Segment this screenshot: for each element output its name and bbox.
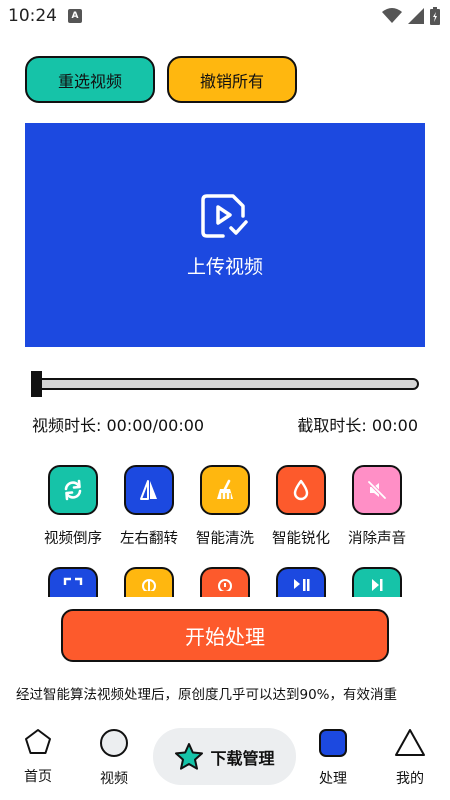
tool-label: 智能锐化 — [272, 531, 330, 547]
nav-process-label: 处理 — [319, 771, 347, 787]
video-upload-icon — [201, 193, 248, 238]
clip-duration-text: 截取时长: 00:00 — [297, 416, 418, 435]
filter-icon — [142, 579, 156, 591]
star-icon — [175, 742, 204, 770]
slider-thumb[interactable] — [31, 371, 42, 397]
trim-slider[interactable] — [31, 371, 419, 397]
nav-mine[interactable]: 我的 — [380, 728, 440, 788]
tool-label: 左右翻转 — [120, 531, 178, 547]
broom-icon[interactable] — [200, 465, 250, 515]
tool-label: 消除声音 — [348, 531, 406, 547]
tool-speed-partial[interactable] — [200, 567, 250, 597]
tool-mute[interactable]: 消除声音 — [341, 465, 413, 548]
tool-clean[interactable]: 智能清洗 — [189, 465, 261, 548]
tool-label: 视频倒序 — [44, 531, 102, 547]
video-duration-text: 视频时长: 00:00/00:00 — [32, 416, 205, 435]
speed-icon — [218, 579, 232, 591]
tool-play-pause-partial[interactable] — [276, 567, 326, 597]
signal-icon — [408, 8, 424, 24]
undo-all-button[interactable]: 撤销所有 — [167, 56, 297, 103]
description-text: 经过智能算法视频处理后，原创度几乎可以达到90%，有效消重 — [16, 687, 398, 703]
play-pause-icon — [294, 579, 310, 591]
droplet-icon[interactable] — [276, 465, 326, 515]
tool-reverse[interactable]: 视频倒序 — [37, 465, 109, 548]
nav-home-label: 首页 — [24, 769, 52, 785]
tool-crop-partial[interactable] — [48, 567, 98, 597]
nav-home[interactable]: 首页 — [8, 728, 68, 786]
tool-sharpen[interactable]: 智能锐化 — [265, 465, 337, 548]
refresh-icon[interactable] — [48, 465, 98, 515]
slider-track[interactable] — [35, 378, 419, 390]
nav-mine-label: 我的 — [396, 771, 424, 787]
status-time: 10:24 — [8, 6, 57, 26]
mute-icon[interactable] — [352, 465, 402, 515]
nav-download-label: 下载管理 — [210, 748, 275, 768]
tool-filter-partial[interactable] — [124, 567, 174, 597]
notification-icon: A — [68, 9, 82, 23]
battery-icon — [430, 7, 440, 25]
tool-flip[interactable]: 左右翻转 — [113, 465, 185, 548]
tool-label: 智能清洗 — [196, 531, 254, 547]
nav-video-label: 视频 — [100, 771, 128, 787]
crop-icon — [63, 577, 83, 585]
nav-process[interactable]: 处理 — [303, 728, 363, 788]
status-bar: 10:24 A — [0, 0, 450, 34]
duration-row: 视频时长: 00:00/00:00 截取时长: 00:00 — [32, 412, 418, 436]
upload-video-area[interactable]: 上传视频 — [25, 123, 425, 347]
nav-video[interactable]: 视频 — [84, 728, 144, 788]
skip-icon — [372, 579, 383, 591]
triangle-icon — [395, 729, 425, 756]
upload-video-label: 上传视频 — [186, 255, 263, 278]
nav-download-manager[interactable]: 下载管理 — [153, 728, 296, 785]
tool-skip-partial[interactable] — [352, 567, 402, 597]
square-icon — [319, 729, 347, 757]
circle-icon — [100, 729, 128, 757]
start-processing-button[interactable]: 开始处理 — [61, 609, 389, 662]
reselect-video-button[interactable]: 重选视频 — [25, 56, 155, 103]
flip-icon[interactable] — [124, 465, 174, 515]
wifi-icon — [382, 8, 402, 23]
pentagon-icon — [25, 729, 51, 754]
status-icons — [382, 7, 440, 25]
